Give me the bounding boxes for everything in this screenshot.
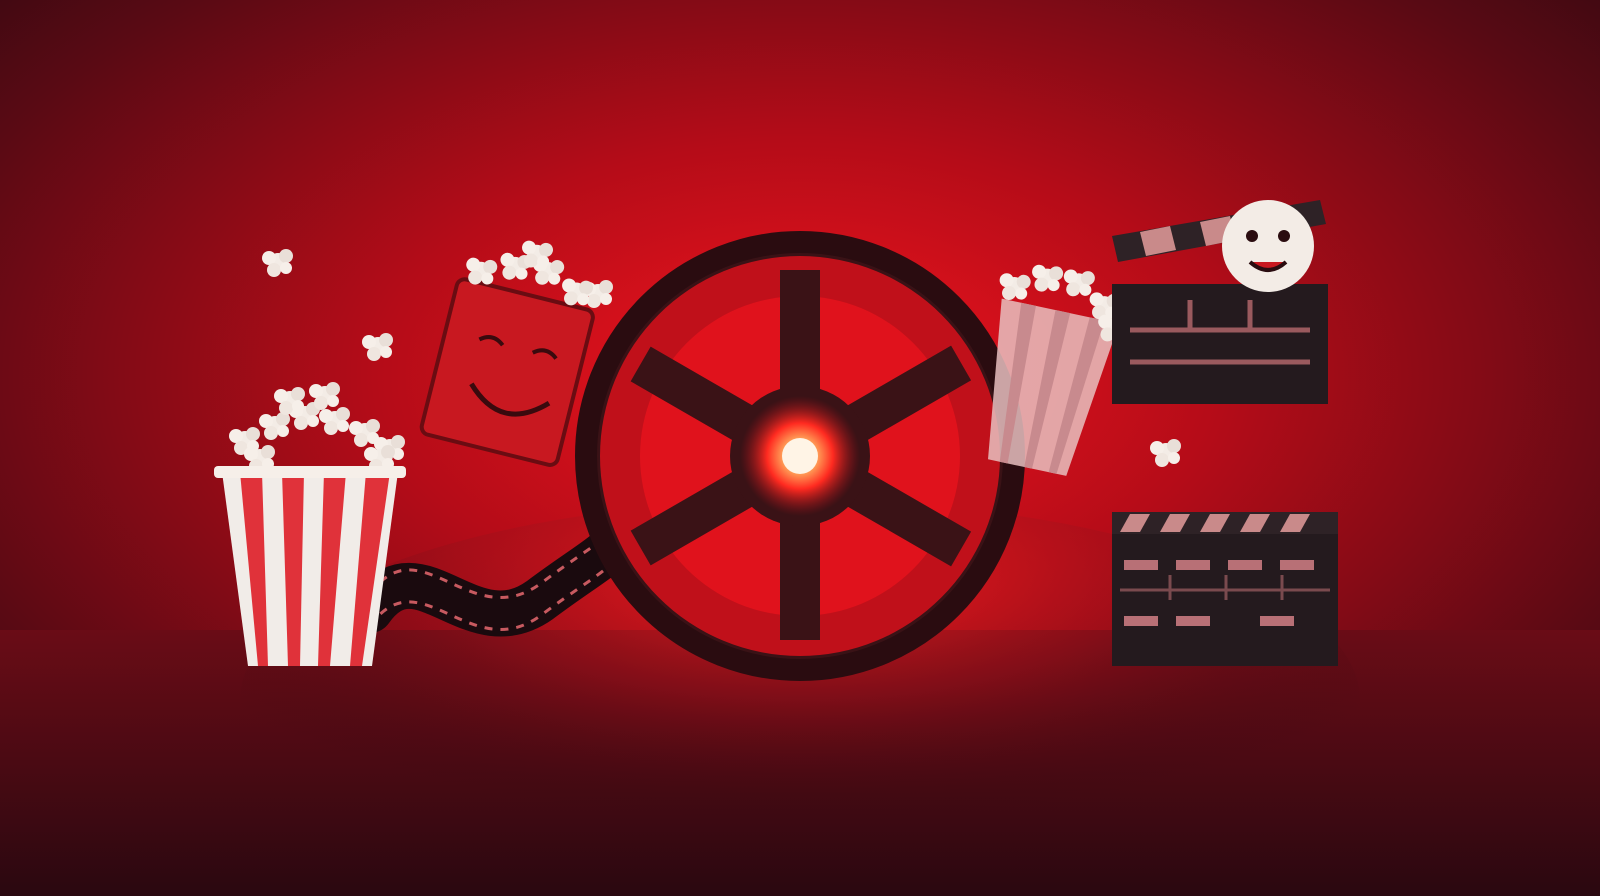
film-reel-icon [575, 231, 1025, 681]
clapperboard-icon [1112, 200, 1328, 404]
clapperboard-icon [1112, 512, 1338, 666]
clapper-character-face [1222, 200, 1314, 292]
cinema-illustration [0, 0, 1600, 896]
